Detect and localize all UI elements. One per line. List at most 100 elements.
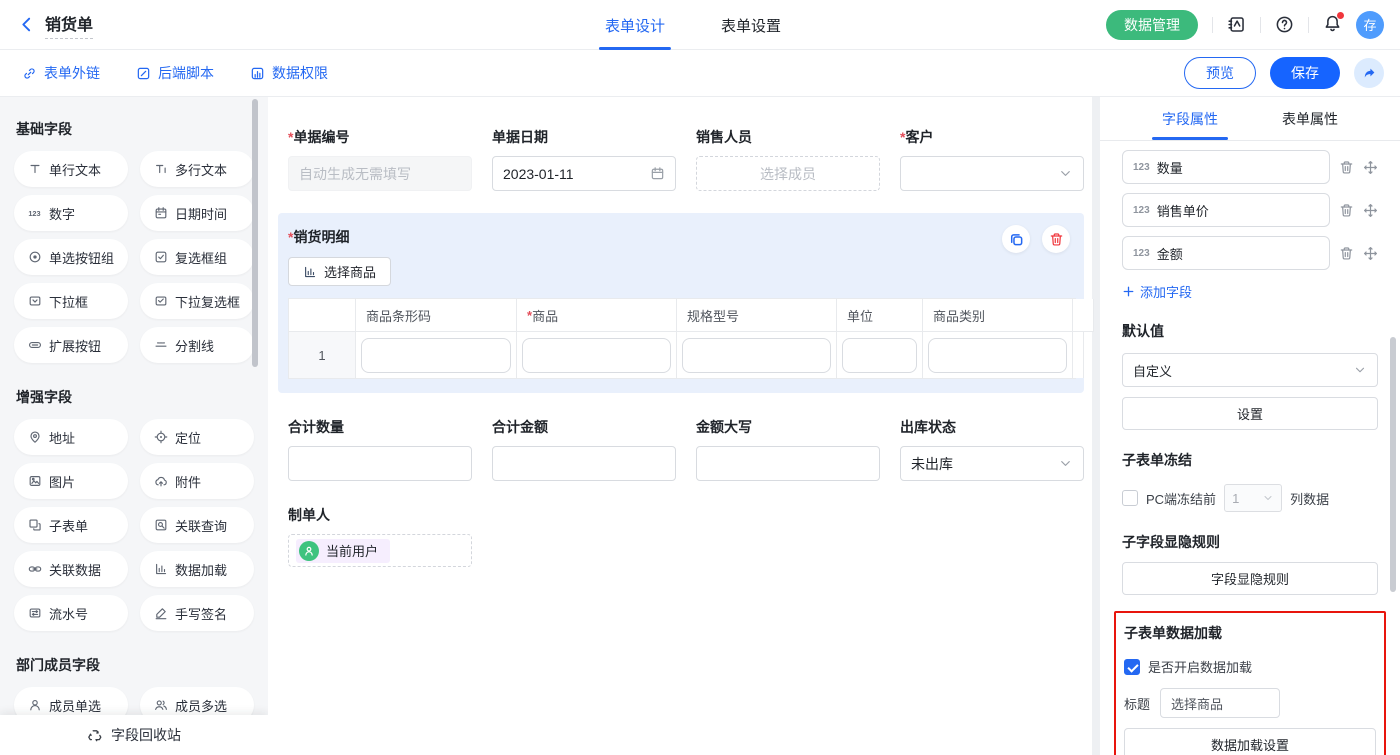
number-type-icon: 123 <box>1133 162 1150 173</box>
avatar[interactable]: 存 <box>1356 11 1384 39</box>
data-load-title-input[interactable]: 选择商品 <box>1160 688 1280 718</box>
palette-label: 数据加载 <box>175 560 227 579</box>
palette-item-image[interactable]: 图片 <box>14 463 128 499</box>
trash-icon[interactable] <box>1339 160 1354 175</box>
palette-item-attachment[interactable]: 附件 <box>140 463 254 499</box>
palette-item-signature[interactable]: 手写签名 <box>140 595 254 631</box>
move-icon[interactable] <box>1363 203 1378 218</box>
person-icon <box>303 545 315 557</box>
move-icon[interactable] <box>1363 160 1378 175</box>
palette-item-datetime[interactable]: 日期时间 <box>140 195 254 231</box>
move-icon[interactable] <box>1363 246 1378 261</box>
amount-words-input[interactable] <box>696 446 880 481</box>
subform-icon <box>28 518 42 532</box>
backend-script-link[interactable]: 后端脚本 <box>136 63 214 83</box>
data-load-checkbox[interactable] <box>1124 659 1140 675</box>
palette-item-radio-group[interactable]: 单选按钮组 <box>14 239 128 275</box>
palette-item-serial[interactable]: 流水号 <box>14 595 128 631</box>
palette-item-divider[interactable]: 分割线 <box>140 327 254 363</box>
address-book-icon[interactable] <box>1227 15 1246 34</box>
subform-sales-detail[interactable]: *销货明细 选择商品 商品条形码 *商品 规格型号 单位 商品类别 1 <box>278 213 1084 393</box>
help-icon[interactable] <box>1275 15 1294 34</box>
palette-item-select[interactable]: 下拉框 <box>14 283 128 319</box>
spec-input[interactable] <box>682 338 831 373</box>
unit-input[interactable] <box>842 338 917 373</box>
field-outbound-status[interactable]: 出库状态 未出库 <box>900 417 1084 481</box>
field-amount-words[interactable]: 金额大写 <box>696 417 880 481</box>
palette-item-ext-button[interactable]: 扩展按钮 <box>14 327 128 363</box>
properties-panel: 字段属性 表单属性 123数量 123销售单价 123金额 添加字段 默认值 自… <box>1100 97 1400 755</box>
field-doc-number[interactable]: *单据编号 自动生成无需填写 <box>288 127 472 191</box>
tab-form-settings[interactable]: 表单设置 <box>721 0 781 50</box>
creator-picker[interactable]: 当前用户 <box>288 534 472 567</box>
trash-icon[interactable] <box>1339 246 1354 261</box>
field-label: 合计金额 <box>492 419 548 435</box>
sales-person-picker[interactable]: 选择成员 <box>696 156 880 191</box>
location-icon <box>154 430 168 444</box>
preview-button[interactable]: 预览 <box>1184 57 1256 89</box>
field-creator[interactable]: 制单人 当前用户 <box>288 505 1072 567</box>
panel-scrollbar[interactable] <box>1390 337 1396 592</box>
field-total-qty[interactable]: 合计数量 <box>288 417 472 481</box>
delete-field-button[interactable] <box>1042 225 1070 253</box>
default-value-select[interactable]: 自定义 <box>1122 353 1378 387</box>
share-button[interactable] <box>1354 58 1384 88</box>
category-input[interactable] <box>928 338 1067 373</box>
add-field-button[interactable]: 添加字段 <box>1122 282 1378 301</box>
tab-form-design[interactable]: 表单设计 <box>605 0 665 50</box>
field-recycle-bin[interactable]: 字段回收站 <box>0 715 268 755</box>
ext-button-icon <box>28 338 42 352</box>
field-customer[interactable]: *客户 <box>900 127 1084 191</box>
field-total-amount[interactable]: 合计金额 <box>492 417 676 481</box>
total-qty-input[interactable] <box>288 446 472 481</box>
tab-form-properties[interactable]: 表单属性 <box>1282 97 1338 140</box>
field-label: 销售人员 <box>696 129 752 145</box>
trash-icon[interactable] <box>1339 203 1354 218</box>
palette-item-checkbox-group[interactable]: 复选框组 <box>140 239 254 275</box>
default-value-set-button[interactable]: 设置 <box>1122 397 1378 430</box>
doc-number-input[interactable]: 自动生成无需填写 <box>288 156 472 191</box>
palette-item-linked-data[interactable]: 关联数据 <box>14 551 128 587</box>
date-value: 2023-01-11 <box>503 166 650 182</box>
back-icon[interactable] <box>18 16 35 33</box>
subfield-price[interactable]: 123销售单价 <box>1122 193 1330 227</box>
copy-icon <box>1009 232 1024 247</box>
customer-select[interactable] <box>900 156 1084 191</box>
palette-item-number[interactable]: 123数字 <box>14 195 128 231</box>
data-load-title-row: 标题 选择商品 <box>1124 688 1376 718</box>
palette-item-subform[interactable]: 子表单 <box>14 507 128 543</box>
field-doc-date[interactable]: 单据日期 2023-01-11 <box>492 127 676 191</box>
palette-item-address[interactable]: 地址 <box>14 419 128 455</box>
number-type-icon: 123 <box>1133 205 1150 216</box>
palette-item-lookup[interactable]: 关联查询 <box>140 507 254 543</box>
barcode-input[interactable] <box>361 338 511 373</box>
notifications-button[interactable] <box>1323 14 1342 36</box>
doc-date-input[interactable]: 2023-01-11 <box>492 156 676 191</box>
outbound-status-select[interactable]: 未出库 <box>900 446 1084 481</box>
data-load-settings-button[interactable]: 数据加载设置 <box>1124 728 1376 755</box>
palette-item-single-text[interactable]: 单行文本 <box>14 151 128 187</box>
field-sales-person[interactable]: 销售人员 选择成员 <box>696 127 880 191</box>
select-product-button[interactable]: 选择商品 <box>288 257 391 286</box>
data-manage-button[interactable]: 数据管理 <box>1106 10 1198 40</box>
subfield-qty[interactable]: 123数量 <box>1122 150 1330 184</box>
total-amount-input[interactable] <box>492 446 676 481</box>
subfield-amount[interactable]: 123金额 <box>1122 236 1330 270</box>
product-input[interactable] <box>522 338 671 373</box>
field-palette-sidebar: 基础字段 单行文本 多行文本 123数字 日期时间 单选按钮组 复选框组 下拉框… <box>0 97 268 755</box>
palette-item-multiselect[interactable]: 下拉复选框 <box>140 283 254 319</box>
save-button[interactable]: 保存 <box>1270 57 1340 89</box>
palette-item-location[interactable]: 定位 <box>140 419 254 455</box>
sidebar-scrollbar[interactable] <box>252 99 258 367</box>
freeze-count-select[interactable]: 1 <box>1224 484 1282 512</box>
subform-title: 销货明细 <box>293 229 349 245</box>
visibility-rules-button[interactable]: 字段显隐规则 <box>1122 562 1378 595</box>
freeze-checkbox[interactable] <box>1122 490 1138 506</box>
copy-field-button[interactable] <box>1002 225 1030 253</box>
form-external-link[interactable]: 表单外链 <box>22 63 100 83</box>
palette-label: 成员多选 <box>175 696 227 715</box>
data-permission-link[interactable]: 数据权限 <box>250 63 328 83</box>
palette-item-multi-text[interactable]: 多行文本 <box>140 151 254 187</box>
palette-item-data-load[interactable]: 数据加载 <box>140 551 254 587</box>
tab-field-properties[interactable]: 字段属性 <box>1162 97 1218 140</box>
